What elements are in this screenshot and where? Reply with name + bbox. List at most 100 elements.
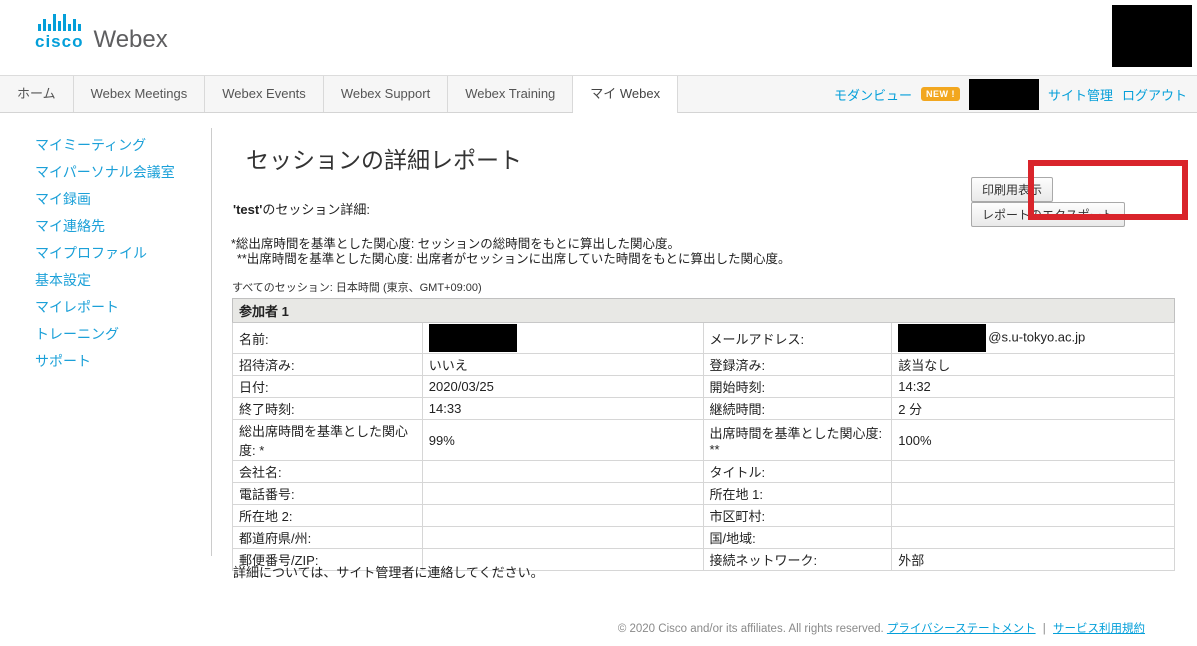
- redacted-box: [898, 324, 986, 352]
- page-title: セッションの詳細レポート: [246, 141, 522, 175]
- nav-tab-webex-events[interactable]: Webex Events: [205, 76, 324, 112]
- label-cell: 継続時間:: [703, 398, 892, 420]
- value-cell: [892, 483, 1175, 505]
- redacted-username: [969, 79, 1039, 110]
- value-cell: 外部: [892, 549, 1175, 571]
- sidebar-item[interactable]: マイパーソナル会議室: [35, 159, 175, 186]
- label-cell: 総出席時間を基準とした関心度: *: [233, 420, 423, 461]
- label-cell: 名前:: [233, 323, 423, 354]
- label-cell: タイトル:: [703, 461, 892, 483]
- print-view-button[interactable]: 印刷用表示: [971, 177, 1053, 202]
- footer-separator: |: [1043, 623, 1046, 635]
- copyright-text: © 2020 Cisco and/or its affiliates. All …: [618, 623, 884, 635]
- label-cell: 接続ネットワーク:: [703, 549, 892, 571]
- cisco-logo-text: cisco: [35, 33, 83, 50]
- label-cell: 開始時刻:: [703, 376, 892, 398]
- value-cell: @s.u-tokyo.ac.jp: [892, 323, 1175, 354]
- table-row: 日付:2020/03/25開始時刻:14:32: [233, 376, 1175, 398]
- nav-tab-ホーム[interactable]: ホーム: [0, 76, 74, 112]
- redacted-box: [429, 324, 517, 352]
- session-name: 'test': [233, 202, 262, 217]
- table-row: 終了時刻:14:33継続時間:2 分: [233, 398, 1175, 420]
- page-footer: © 2020 Cisco and/or its affiliates. All …: [0, 620, 1197, 636]
- webex-logo-text: Webex: [93, 28, 167, 52]
- session-detail-line: 'test'のセッション詳細:: [233, 199, 370, 218]
- sidebar-item[interactable]: マイプロファイル: [35, 240, 175, 267]
- value-cell: [422, 461, 703, 483]
- site-admin-link[interactable]: サイト管理: [1048, 85, 1113, 104]
- value-cell: 該当なし: [892, 354, 1175, 376]
- value-cell: 99%: [422, 420, 703, 461]
- nav-tab-webex-support[interactable]: Webex Support: [324, 76, 448, 112]
- contact-admin-note: 詳細については、サイト管理者に連絡してください。: [233, 562, 544, 581]
- redacted-user-area: [1112, 5, 1192, 67]
- participant-table-body: 名前:メールアドレス:@s.u-tokyo.ac.jp招待済み:いいえ登録済み:…: [233, 323, 1175, 571]
- label-cell: 日付:: [233, 376, 423, 398]
- label-cell: 所在地 1:: [703, 483, 892, 505]
- nav-tab-webex-meetings[interactable]: Webex Meetings: [74, 76, 206, 112]
- sidebar-item[interactable]: 基本設定: [35, 267, 175, 294]
- table-row: 都道府県/州: 国/地域:: [233, 527, 1175, 549]
- value-cell: [892, 505, 1175, 527]
- label-cell: 都道府県/州:: [233, 527, 423, 549]
- value-cell: [422, 527, 703, 549]
- sidebar-item[interactable]: マイミーティング: [35, 132, 175, 159]
- label-cell: 市区町村:: [703, 505, 892, 527]
- table-row: 名前: メールアドレス:@s.u-tokyo.ac.jp: [233, 323, 1175, 354]
- label-cell: 会社名:: [233, 461, 423, 483]
- value-cell: 2020/03/25: [422, 376, 703, 398]
- participant-header: 参加者 1: [233, 299, 1175, 323]
- value-cell: 2 分: [892, 398, 1175, 420]
- nav-tab-マイ-webex[interactable]: マイ Webex: [573, 76, 678, 113]
- modern-view-link[interactable]: モダンビュー: [834, 85, 912, 104]
- value-cell: 100%: [892, 420, 1175, 461]
- table-row: 会社名: タイトル:: [233, 461, 1175, 483]
- attention-note-2: **出席時間を基準とした関心度: 出席者がセッションに出席していた時間をもとに算…: [237, 248, 791, 267]
- label-cell: メールアドレス:: [703, 323, 892, 354]
- sidebar-item[interactable]: マイレポート: [35, 294, 175, 321]
- export-report-button[interactable]: レポートのエクスポート: [971, 202, 1125, 227]
- nav-right: モダンビュー NEW ! サイト管理 ログアウト: [834, 76, 1187, 112]
- label-cell: 所在地 2:: [233, 505, 423, 527]
- logout-link[interactable]: ログアウト: [1122, 85, 1187, 104]
- report-actions: 印刷用表示 レポートのエクスポート: [960, 177, 1197, 227]
- table-row: 所在地 2: 市区町村:: [233, 505, 1175, 527]
- sidebar: マイミーティングマイパーソナル会議室マイ録画マイ連絡先マイプロファイル基本設定マ…: [35, 132, 175, 375]
- sidebar-item[interactable]: サポート: [35, 348, 175, 375]
- label-cell: 招待済み:: [233, 354, 423, 376]
- table-row: 総出席時間を基準とした関心度: *99%出席時間を基準とした関心度: **100…: [233, 420, 1175, 461]
- sidebar-item[interactable]: マイ録画: [35, 186, 175, 213]
- cisco-webex-logo: cisco Webex: [35, 13, 168, 50]
- terms-of-service-link[interactable]: サービス利用規約: [1053, 623, 1145, 635]
- sidebar-item[interactable]: トレーニング: [35, 321, 175, 348]
- cisco-logo: cisco: [35, 13, 83, 50]
- table-header-row: 参加者 1: [233, 299, 1175, 323]
- label-cell: 電話番号:: [233, 483, 423, 505]
- value-cell: [422, 323, 703, 354]
- session-suffix: のセッション詳細:: [262, 202, 370, 217]
- cisco-logo-bars-icon: [38, 13, 81, 31]
- timezone-note: すべてのセッション: 日本時間 (東京、GMT+09:00): [232, 279, 482, 295]
- new-badge: NEW !: [921, 87, 960, 101]
- label-cell: 登録済み:: [703, 354, 892, 376]
- nav-tab-webex-training[interactable]: Webex Training: [448, 76, 573, 112]
- value-cell: [892, 461, 1175, 483]
- value-cell: [422, 505, 703, 527]
- value-cell: いいえ: [422, 354, 703, 376]
- page-header: cisco Webex: [0, 0, 1197, 75]
- sidebar-item[interactable]: マイ連絡先: [35, 213, 175, 240]
- privacy-statement-link[interactable]: プライバシーステートメント: [887, 623, 1036, 635]
- label-cell: 終了時刻:: [233, 398, 423, 420]
- webex-page: cisco Webex ホームWebex MeetingsWebex Event…: [0, 0, 1197, 646]
- participant-table: 参加者 1 名前:メールアドレス:@s.u-tokyo.ac.jp招待済み:いい…: [232, 298, 1175, 571]
- value-cell: 14:33: [422, 398, 703, 420]
- label-cell: 国/地域:: [703, 527, 892, 549]
- label-cell: 出席時間を基準とした関心度: **: [703, 420, 892, 461]
- value-cell: [422, 483, 703, 505]
- value-cell: [892, 527, 1175, 549]
- value-cell: 14:32: [892, 376, 1175, 398]
- sidebar-divider: [211, 128, 212, 556]
- table-row: 招待済み:いいえ登録済み:該当なし: [233, 354, 1175, 376]
- table-row: 電話番号: 所在地 1:: [233, 483, 1175, 505]
- primary-nav: ホームWebex MeetingsWebex EventsWebex Suppo…: [0, 75, 1197, 113]
